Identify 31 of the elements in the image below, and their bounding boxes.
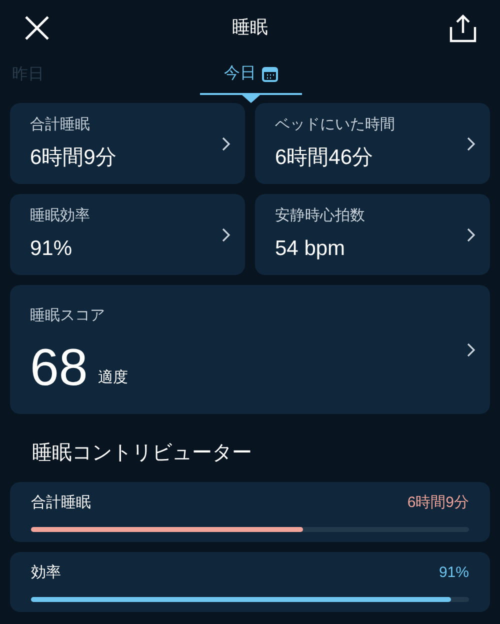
metric-label: ベッドにいた時間 <box>275 114 395 134</box>
metric-card[interactable]: 睡眠効率 91% <box>10 194 245 275</box>
contributor-label: 合計睡眠 <box>31 493 91 513</box>
metric-value: 6時間9分 <box>30 145 116 171</box>
pointer-icon <box>242 95 260 103</box>
metric-card[interactable]: ベッドにいた時間 6時間46分 <box>255 103 490 184</box>
contributor-value: 6時間9分 <box>407 493 469 513</box>
score-label: 睡眠スコア <box>30 306 106 326</box>
share-button[interactable] <box>448 12 478 42</box>
calendar-icon <box>262 66 278 82</box>
metric-label: 睡眠効率 <box>30 206 90 226</box>
chevron-right-icon <box>466 342 476 358</box>
score-card[interactable]: 睡眠スコア 68 適度 <box>10 285 490 414</box>
metric-label: 安静時心拍数 <box>275 206 365 226</box>
metric-value: 6時間46分 <box>275 145 374 171</box>
date-tab[interactable]: 今日 <box>200 55 302 95</box>
metric-label: 合計睡眠 <box>30 114 91 134</box>
metric-value: 54 bpm <box>275 236 346 262</box>
metric-value: 91% <box>30 236 74 262</box>
chevron-right-icon <box>221 136 231 152</box>
page-title: 睡眠 <box>232 16 268 39</box>
chevron-right-icon <box>466 226 476 242</box>
metric-card[interactable]: 安静時心拍数 54 bpm <box>255 194 490 275</box>
chevron-right-icon <box>466 136 476 152</box>
score-rating: 適度 <box>98 368 128 388</box>
metric-card[interactable]: 合計睡眠 6時間9分 <box>10 103 245 184</box>
section-heading: 睡眠コントリビューター <box>31 441 253 466</box>
score-value: 68 <box>30 342 88 394</box>
contributor-value: 91% <box>438 563 469 583</box>
contributor-label: 効率 <box>31 563 61 583</box>
chevron-right-icon <box>221 226 231 242</box>
